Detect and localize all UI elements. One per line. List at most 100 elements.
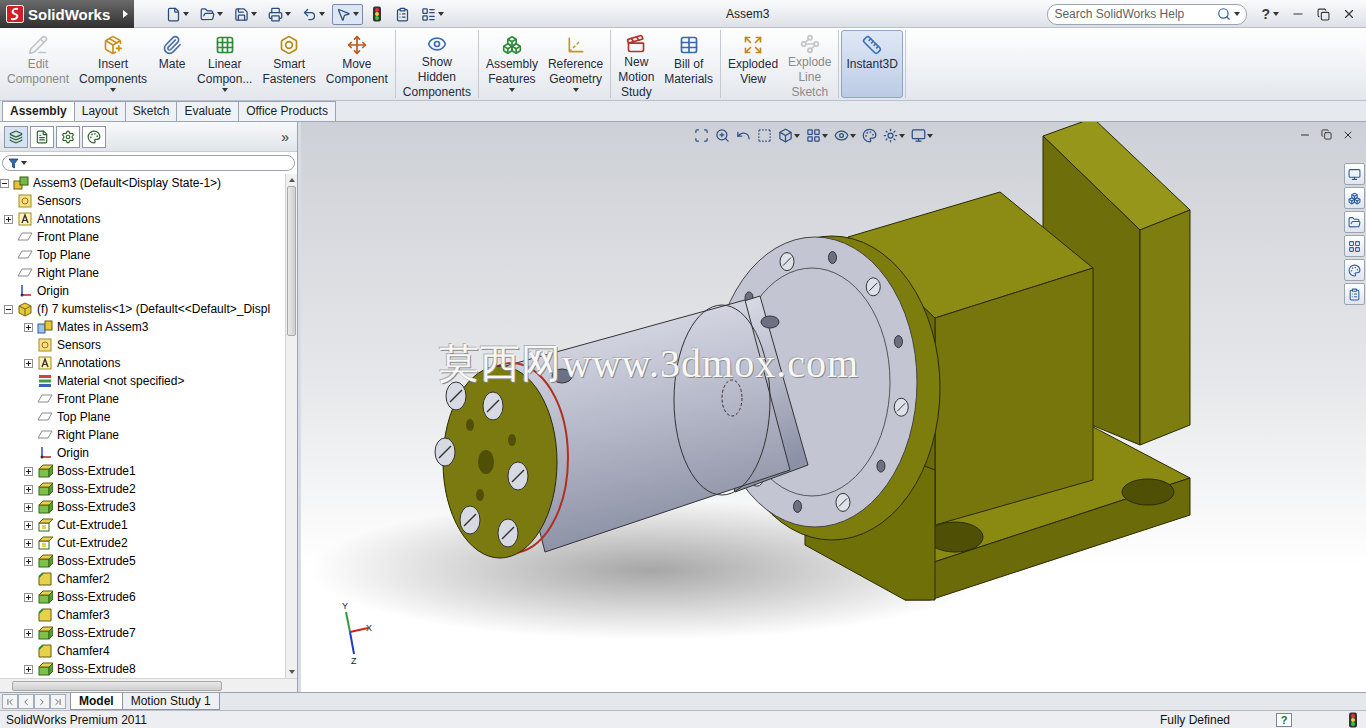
logo[interactable]: SolidWorks xyxy=(0,0,134,28)
tree-item[interactable]: Annotations xyxy=(0,210,285,228)
tree-item[interactable]: Top Plane xyxy=(0,408,285,426)
previous-tab-button[interactable] xyxy=(18,694,34,709)
expand-icon[interactable] xyxy=(24,359,33,368)
task-pane-tab[interactable] xyxy=(1344,259,1365,281)
scroll-up-icon[interactable] xyxy=(286,174,297,186)
close-icon[interactable] xyxy=(1342,7,1356,21)
panel-tab[interactable] xyxy=(30,126,54,148)
tree-filter[interactable] xyxy=(2,155,295,171)
quick-access-button[interactable] xyxy=(391,4,414,25)
ribbon-button[interactable]: Mate xyxy=(152,30,192,98)
collapse-icon[interactable] xyxy=(4,305,13,314)
expand-icon[interactable] xyxy=(24,323,33,332)
view-tool-button[interactable] xyxy=(833,127,857,144)
view-tool-button[interactable] xyxy=(735,127,752,144)
tree-item[interactable]: Right Plane xyxy=(0,426,285,444)
tree-item[interactable]: (f) 7 kumstelis<1> (Default<<Default>_Di… xyxy=(0,300,285,318)
expand-icon[interactable] xyxy=(24,503,33,512)
tree-item[interactable]: Boss-Extrude7 xyxy=(0,624,285,642)
task-pane-tab[interactable] xyxy=(1344,187,1365,209)
tree-item[interactable]: Material <not specified> xyxy=(0,372,285,390)
ribbon-button[interactable]: ExplodedView xyxy=(723,30,783,98)
tree-item[interactable]: Mates in Assem3 xyxy=(0,318,285,336)
tree-item[interactable]: Cut-Extrude2 xyxy=(0,534,285,552)
expand-icon[interactable] xyxy=(4,215,13,224)
command-tab[interactable]: Layout xyxy=(74,101,126,121)
scroll-down-icon[interactable] xyxy=(286,666,297,678)
tree-item[interactable]: Sensors xyxy=(0,336,285,354)
tree-item[interactable]: Boss-Extrude8 xyxy=(0,660,285,678)
ribbon-button[interactable]: ShowHiddenComponents xyxy=(398,30,476,98)
ribbon-button[interactable]: Instant3D xyxy=(841,30,902,98)
task-pane-tab[interactable] xyxy=(1344,235,1365,257)
tree-item[interactable]: Annotations xyxy=(0,354,285,372)
command-tab[interactable]: Office Products xyxy=(238,101,336,121)
status-help-button[interactable]: ? xyxy=(1276,713,1292,727)
tree-item[interactable]: Origin xyxy=(0,444,285,462)
task-pane-tab[interactable] xyxy=(1344,283,1365,305)
task-pane-tab[interactable] xyxy=(1344,163,1365,185)
horizontal-scrollbar[interactable] xyxy=(0,678,297,692)
quick-access-button[interactable] xyxy=(366,3,388,25)
restore-icon[interactable] xyxy=(1317,8,1330,21)
task-pane-tab[interactable] xyxy=(1344,211,1365,233)
command-tab[interactable]: Assembly xyxy=(2,101,75,121)
quick-access-button[interactable] xyxy=(230,4,261,25)
ribbon-button[interactable]: AssemblyFeatures xyxy=(481,30,543,98)
collapse-icon[interactable] xyxy=(0,179,9,188)
tree-item[interactable]: Origin xyxy=(0,282,285,300)
expand-icon[interactable] xyxy=(24,521,33,530)
tree-item[interactable]: Top Plane xyxy=(0,246,285,264)
tree-item[interactable]: Front Plane xyxy=(0,390,285,408)
expand-icon[interactable] xyxy=(24,557,33,566)
view-tool-button[interactable] xyxy=(861,127,878,144)
view-tool-button[interactable] xyxy=(756,127,773,144)
expand-icon[interactable] xyxy=(24,665,33,674)
panel-tab[interactable] xyxy=(4,126,28,148)
ribbon-button[interactable]: LinearCompon... xyxy=(192,30,257,98)
expand-icon[interactable] xyxy=(24,539,33,548)
quick-access-button[interactable] xyxy=(264,4,295,25)
first-tab-button[interactable] xyxy=(2,694,18,709)
expand-icon[interactable] xyxy=(24,593,33,602)
scroll-thumb[interactable] xyxy=(287,186,296,336)
tree-item[interactable]: Cut-Extrude1 xyxy=(0,516,285,534)
tree-item[interactable]: Boss-Extrude2 xyxy=(0,480,285,498)
ribbon-button[interactable]: Bill ofMaterials xyxy=(659,30,718,98)
help-button[interactable]: ? xyxy=(1261,6,1279,22)
tree-item[interactable]: Right Plane xyxy=(0,264,285,282)
ribbon-button[interactable]: NewMotionStudy xyxy=(613,30,659,98)
ribbon-button[interactable]: EditComponent xyxy=(2,30,74,98)
view-tool-button[interactable] xyxy=(777,127,801,144)
quick-access-button[interactable] xyxy=(417,4,448,25)
view-tool-button[interactable] xyxy=(714,127,731,144)
tree-item[interactable]: Assem3 (Default<Display State-1>) xyxy=(0,174,285,192)
quick-access-button[interactable] xyxy=(162,4,193,25)
expand-icon[interactable] xyxy=(24,467,33,476)
panel-tab[interactable] xyxy=(56,126,80,148)
search-input[interactable] xyxy=(1054,7,1214,21)
quick-access-button[interactable] xyxy=(196,4,227,25)
minimize-icon[interactable] xyxy=(1291,7,1305,21)
ribbon-button[interactable]: SmartFasteners xyxy=(257,30,320,98)
expand-icon[interactable] xyxy=(24,485,33,494)
tree-item[interactable]: Boss-Extrude1 xyxy=(0,462,285,480)
tree-item[interactable]: Boss-Extrude6 xyxy=(0,588,285,606)
bottom-tab[interactable]: Model xyxy=(70,693,123,710)
next-tab-button[interactable] xyxy=(34,694,50,709)
last-tab-button[interactable] xyxy=(50,694,66,709)
panel-tab[interactable] xyxy=(82,126,106,148)
tree-item[interactable]: Chamfer2 xyxy=(0,570,285,588)
restore-icon[interactable] xyxy=(1321,129,1332,140)
command-tab[interactable]: Sketch xyxy=(125,101,178,121)
ribbon-button[interactable]: ExplodeLineSketch xyxy=(783,30,836,98)
ribbon-button[interactable]: ReferenceGeometry xyxy=(543,30,608,98)
quick-access-button[interactable] xyxy=(298,4,329,25)
tree-item[interactable]: Boss-Extrude5 xyxy=(0,552,285,570)
view-tool-button[interactable] xyxy=(910,127,934,144)
view-tool-button[interactable] xyxy=(805,127,829,144)
tree-item[interactable]: Front Plane xyxy=(0,228,285,246)
tree-item[interactable]: Boss-Extrude3 xyxy=(0,498,285,516)
ribbon-button[interactable]: MoveComponent xyxy=(321,30,393,98)
command-tab[interactable]: Evaluate xyxy=(176,101,239,121)
